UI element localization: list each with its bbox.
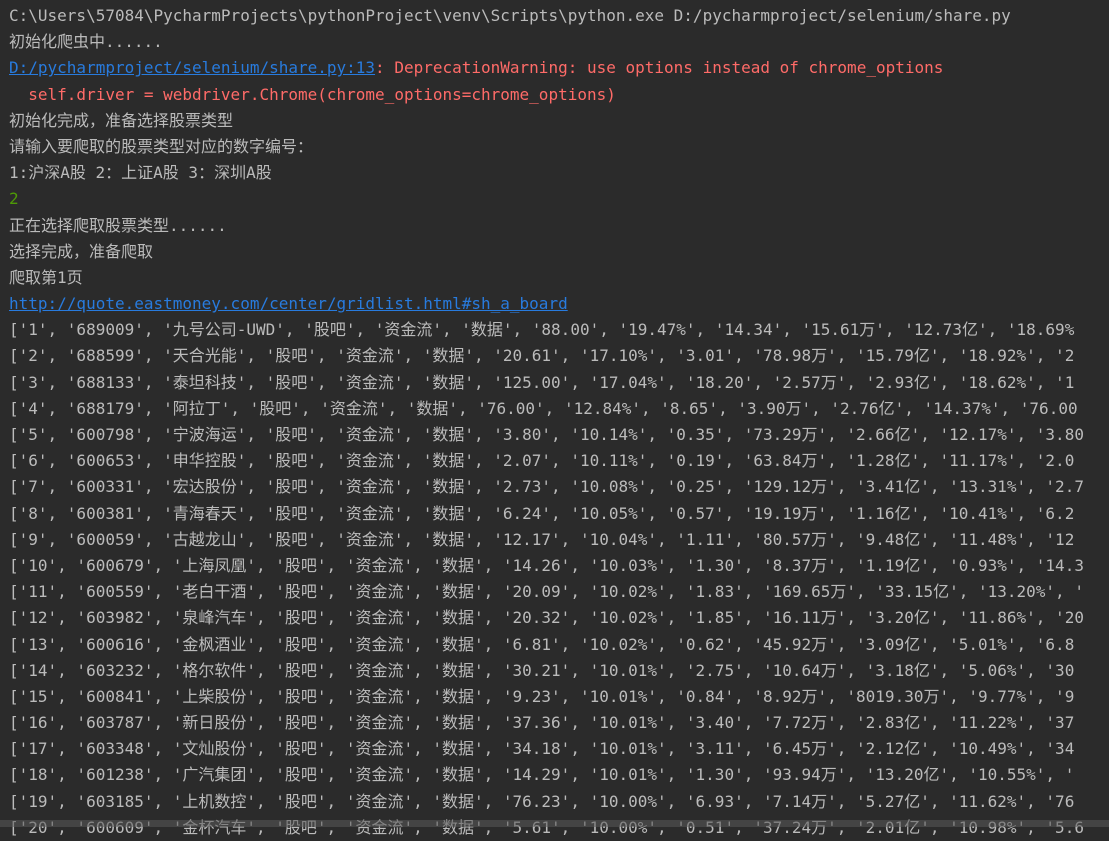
selected-message: 选择完成，准备爬取 [9, 241, 154, 261]
warning-text: : DeprecationWarning: use options instea… [375, 58, 944, 78]
input-prompt: 请输入要爬取的股票类型对应的数字编号： [9, 136, 314, 156]
stock-row: ['19', '603185', '上机数控', '股吧', '资金流', '数… [9, 791, 1075, 811]
stock-row: ['4', '688179', '阿拉丁', '股吧', '资金流', '数据'… [9, 398, 1078, 418]
url-link[interactable]: http://quote.eastmoney.com/center/gridli… [9, 291, 1109, 317]
stock-row: ['2', '688599', '天合光能', '股吧', '资金流', '数据… [9, 346, 1075, 366]
stock-type-options: 1:沪深A股 2：上证A股 3：深圳A股 [9, 163, 272, 183]
init-message: 初始化爬虫中...... [9, 32, 163, 52]
stock-row: ['15', '600841', '上柴股份', '股吧', '资金流', '数… [9, 686, 1075, 706]
stock-row: ['13', '600616', '金枫酒业', '股吧', '资金流', '数… [9, 634, 1075, 654]
stock-row: ['17', '603348', '文灿股份', '股吧', '资金流', '数… [9, 739, 1075, 759]
stock-row: ['3', '688133', '泰坦科技', '股吧', '资金流', '数据… [9, 372, 1075, 392]
console-output: C:\Users\57084\PycharmProjects\pythonPro… [9, 3, 1109, 841]
selecting-message: 正在选择爬取股票类型...... [9, 215, 227, 235]
stock-row: ['12', '603982', '泉峰汽车', '股吧', '资金流', '数… [9, 608, 1084, 628]
stock-row: ['8', '600381', '青海春天', '股吧', '资金流', '数据… [9, 503, 1075, 523]
stock-row: ['18', '601238', '广汽集团', '股吧', '资金流', '数… [9, 765, 1075, 785]
stock-row: ['5', '600798', '宁波海运', '股吧', '资金流', '数据… [9, 425, 1084, 444]
stock-row: ['9', '600059', '古越龙山', '股吧', '资金流', '数据… [9, 529, 1075, 549]
user-input[interactable]: 2 [9, 186, 1109, 212]
stock-row: ['7', '600331', '宏达股份', '股吧', '资金流', '数据… [9, 477, 1084, 497]
command-line: C:\Users\57084\PycharmProjects\pythonPro… [9, 6, 1011, 25]
stock-row: ['1', '689009', '九号公司-UWD', '股吧', '资金流',… [9, 320, 1075, 340]
stock-row: ['10', '600679', '上海凤凰', '股吧', '资金流', '数… [9, 555, 1084, 575]
stock-row: ['6', '600653', '申华控股', '股吧', '资金流', '数据… [9, 451, 1075, 471]
stock-row: ['20', '600609', '金杯汽车', '股吧', '资金流', '数… [9, 817, 1084, 837]
warning-code-line: self.driver = webdriver.Chrome(chrome_op… [9, 84, 616, 104]
stock-row: ['14', '603232', '格尔软件', '股吧', '资金流', '数… [9, 660, 1075, 680]
deprecation-warning: D:/pycharmproject/selenium/share.py:13: … [9, 55, 1109, 81]
warning-source-link[interactable]: D:/pycharmproject/selenium/share.py:13 [9, 58, 375, 77]
stock-rows: ['1', '689009', '九号公司-UWD', '股吧', '资金流',… [9, 317, 1109, 841]
stock-row: ['16', '603787', '新日股份', '股吧', '资金流', '数… [9, 713, 1075, 733]
horizontal-scrollbar[interactable] [0, 820, 1109, 827]
stock-row: ['11', '600559', '老白干酒', '股吧', '资金流', '数… [9, 582, 1084, 602]
page-message: 爬取第1页 [9, 267, 83, 287]
init-done-message: 初始化完成，准备选择股票类型 [9, 110, 234, 130]
